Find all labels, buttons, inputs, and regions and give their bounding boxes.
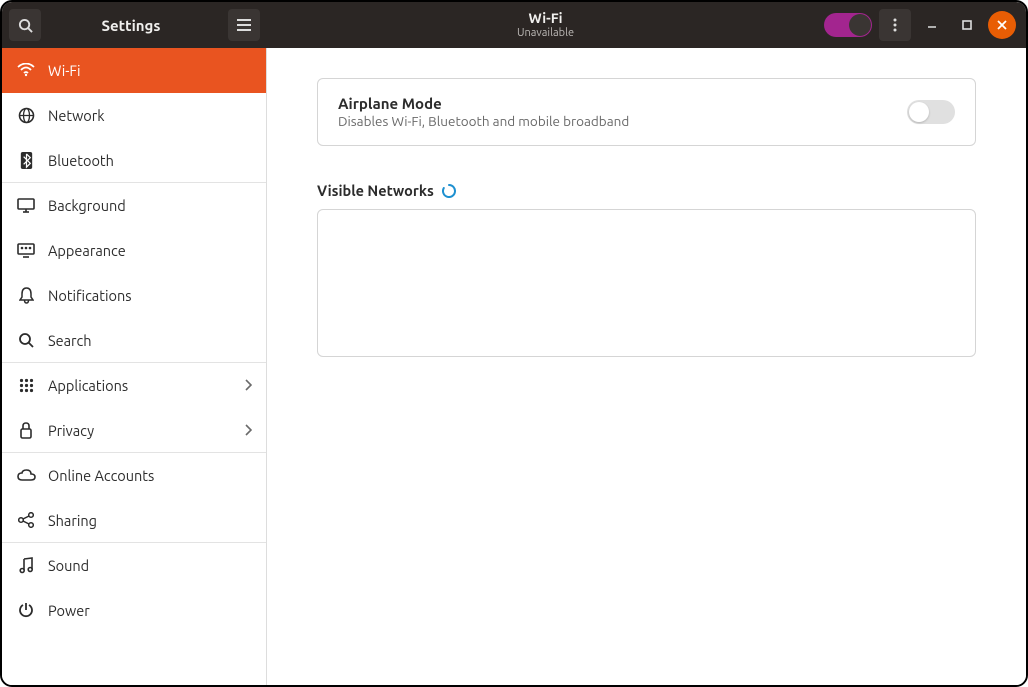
sidebar-item-label: Search	[48, 332, 92, 349]
bluetooth-icon	[16, 150, 36, 170]
airplane-mode-title: Airplane Mode	[338, 95, 907, 112]
lock-icon	[16, 420, 36, 440]
sidebar-item-label: Wi-Fi	[48, 62, 81, 79]
sidebar-item-label: Appearance	[48, 242, 126, 259]
sidebar-item-network[interactable]: Network	[2, 93, 266, 138]
wifi-icon	[16, 60, 36, 80]
sidebar-item-notifications[interactable]: Notifications	[2, 273, 266, 318]
sidebar-item-label: Privacy	[48, 422, 94, 439]
globe-icon	[16, 105, 36, 125]
window-body: Wi-Fi Network Bluetooth Background	[2, 48, 1026, 685]
sidebar-item-label: Power	[48, 602, 90, 619]
maximize-button[interactable]	[953, 11, 981, 39]
cloud-icon	[16, 465, 36, 485]
sidebar-item-sharing[interactable]: Sharing	[2, 498, 266, 543]
hamburger-icon	[237, 19, 251, 31]
sidebar-item-label: Sound	[48, 557, 89, 574]
sidebar-item-power[interactable]: Power	[2, 588, 266, 633]
airplane-mode-toggle[interactable]	[907, 100, 955, 124]
share-icon	[16, 510, 36, 530]
settings-window: Settings Wi-Fi Unavailable	[0, 0, 1028, 687]
sidebar: Wi-Fi Network Bluetooth Background	[2, 48, 267, 685]
minimize-icon	[927, 20, 937, 30]
search-icon	[18, 18, 33, 33]
chevron-right-icon	[244, 379, 252, 391]
sidebar-title: Settings	[41, 17, 221, 34]
sidebar-item-privacy[interactable]: Privacy	[2, 408, 266, 453]
sidebar-item-search[interactable]: Search	[2, 318, 266, 363]
sidebar-item-background[interactable]: Background	[2, 183, 266, 228]
airplane-mode-toggle-knob	[909, 102, 929, 122]
sidebar-item-label: Applications	[48, 377, 128, 394]
chevron-right-icon	[244, 424, 252, 436]
page-title: Wi-Fi	[529, 11, 563, 26]
minimize-button[interactable]	[918, 11, 946, 39]
bell-icon	[16, 285, 36, 305]
maximize-icon	[962, 20, 972, 30]
power-icon	[16, 600, 36, 620]
close-icon	[997, 20, 1007, 30]
airplane-mode-subtitle: Disables Wi-Fi, Bluetooth and mobile bro…	[338, 113, 907, 129]
titlebar-right	[824, 9, 1026, 41]
wifi-toggle[interactable]	[824, 13, 872, 37]
sidebar-item-bluetooth[interactable]: Bluetooth	[2, 138, 266, 183]
visible-networks-list	[317, 209, 976, 357]
content-area: Airplane Mode Disables Wi-Fi, Bluetooth …	[267, 48, 1026, 685]
close-button[interactable]	[988, 11, 1016, 39]
sidebar-item-applications[interactable]: Applications	[2, 363, 266, 408]
visible-networks-label: Visible Networks	[317, 182, 434, 199]
magnifier-icon	[16, 330, 36, 350]
music-icon	[16, 555, 36, 575]
sidebar-item-label: Bluetooth	[48, 152, 114, 169]
loading-spinner-icon	[442, 184, 456, 198]
titlebar-left: Settings	[2, 2, 267, 48]
desktop-icon	[16, 195, 36, 215]
titlebar-center: Wi-Fi Unavailable	[267, 11, 824, 38]
kebab-icon	[893, 18, 897, 32]
titlebar: Settings Wi-Fi Unavailable	[2, 2, 1026, 48]
apps-icon	[16, 375, 36, 395]
sidebar-item-label: Online Accounts	[48, 467, 154, 484]
appearance-icon	[16, 240, 36, 260]
sidebar-item-label: Sharing	[48, 512, 97, 529]
sidebar-item-sound[interactable]: Sound	[2, 543, 266, 588]
sidebar-item-label: Network	[48, 107, 105, 124]
page-subtitle: Unavailable	[517, 27, 574, 39]
hamburger-button[interactable]	[228, 9, 260, 41]
visible-networks-header: Visible Networks	[317, 182, 976, 199]
airplane-mode-card: Airplane Mode Disables Wi-Fi, Bluetooth …	[317, 78, 976, 146]
sidebar-item-online-accounts[interactable]: Online Accounts	[2, 453, 266, 498]
sidebar-item-label: Notifications	[48, 287, 132, 304]
wifi-toggle-knob	[849, 14, 871, 36]
search-button[interactable]	[9, 9, 41, 41]
kebab-menu-button[interactable]	[879, 9, 911, 41]
sidebar-item-wifi[interactable]: Wi-Fi	[2, 48, 266, 93]
sidebar-item-label: Background	[48, 197, 126, 214]
sidebar-item-appearance[interactable]: Appearance	[2, 228, 266, 273]
airplane-mode-text: Airplane Mode Disables Wi-Fi, Bluetooth …	[338, 95, 907, 129]
